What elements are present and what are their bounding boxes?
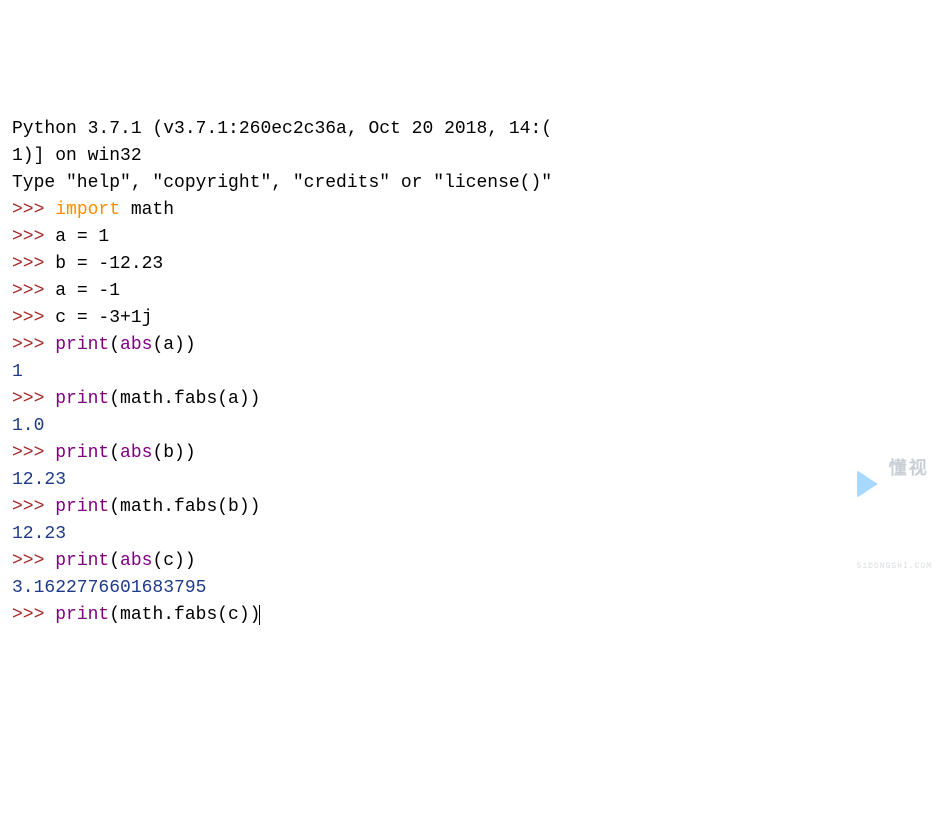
repl-input-line[interactable]: >>> print(abs(b)) [12,440,932,467]
repl-token: print [55,335,109,355]
repl-input-line[interactable]: >>> print(math.fabs(a)) [12,386,932,413]
repl-prompt: >>> [12,308,55,328]
repl-token: (math.fabs(a)) [109,389,260,409]
text-cursor [259,605,260,625]
watermark-text: 懂视 [889,457,932,484]
watermark: 懂视 51DONGSHI.COM [857,403,932,565]
repl-prompt: >>> [12,605,55,625]
repl-token: math [120,200,174,220]
repl-token: abs [120,443,152,463]
repl-token: print [55,605,109,625]
repl-input-line[interactable]: >>> print(math.fabs(c)) [12,602,932,629]
python-platform-line: 1)] on win32 [12,143,932,170]
repl-prompt: >>> [12,227,55,247]
repl-input-line[interactable]: >>> print(math.fabs(b)) [12,494,932,521]
repl-input-line[interactable]: >>> a = 1 [12,224,932,251]
repl-prompt: >>> [12,254,55,274]
repl-output: 1.0 [12,413,932,440]
repl-token: ( [109,335,120,355]
repl-input-line[interactable]: >>> print(abs(a)) [12,332,932,359]
repl-output: 1 [12,359,932,386]
repl-token: b = -12.23 [55,254,163,274]
watermark-sub: 51DONGSHI.COM [857,561,932,573]
repl-token: print [55,443,109,463]
repl-prompt: >>> [12,389,55,409]
python-version-line: Python 3.7.1 (v3.7.1:260ec2c36a, Oct 20 … [12,116,932,143]
repl-token: c = -3+1j [55,308,152,328]
repl-prompt: >>> [12,551,55,571]
repl-output: 3.1622776601683795 [12,575,932,602]
terminal-output[interactable]: Python 3.7.1 (v3.7.1:260ec2c36a, Oct 20 … [12,116,932,629]
repl-token: a = -1 [55,281,120,301]
repl-input-line[interactable]: >>> import math [12,197,932,224]
repl-output: 12.23 [12,521,932,548]
repl-token: print [55,389,109,409]
repl-input-line[interactable]: >>> c = -3+1j [12,305,932,332]
repl-token: (math.fabs(c)) [109,605,260,625]
repl-token: a = 1 [55,227,109,247]
repl-token: ( [109,443,120,463]
repl-token: (b)) [152,443,195,463]
python-help-line: Type "help", "copyright", "credits" or "… [12,170,932,197]
repl-prompt: >>> [12,443,55,463]
repl-token: (c)) [152,551,195,571]
repl-output: 12.23 [12,467,932,494]
repl-token: ( [109,551,120,571]
play-icon [857,470,885,498]
repl-prompt: >>> [12,497,55,517]
repl-token: print [55,497,109,517]
repl-input-line[interactable]: >>> a = -1 [12,278,932,305]
repl-prompt: >>> [12,200,55,220]
repl-token: abs [120,335,152,355]
repl-token: abs [120,551,152,571]
repl-token: print [55,551,109,571]
repl-input-line[interactable]: >>> print(abs(c)) [12,548,932,575]
repl-prompt: >>> [12,281,55,301]
repl-token: import [55,200,120,220]
repl-input-line[interactable]: >>> b = -12.23 [12,251,932,278]
repl-token: (a)) [152,335,195,355]
repl-token: (math.fabs(b)) [109,497,260,517]
repl-prompt: >>> [12,335,55,355]
